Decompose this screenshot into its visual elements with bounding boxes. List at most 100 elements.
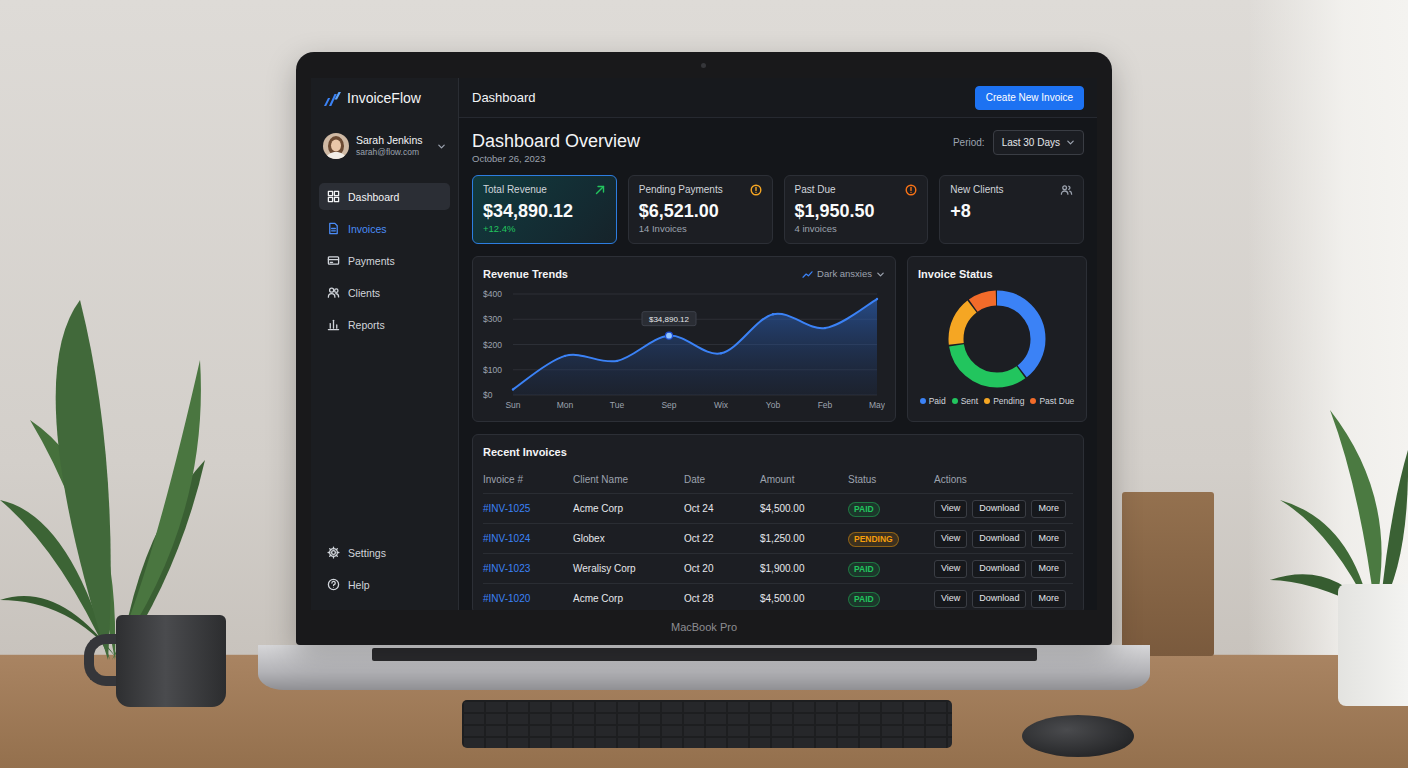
sidebar-item[interactable]: Dashboard	[319, 183, 450, 210]
sidebar-item-content[interactable]: Dashboard	[327, 190, 399, 203]
sidebar-footer-item[interactable]: Settings	[319, 539, 450, 566]
data-point	[666, 332, 673, 339]
sidebar-item-label[interactable]: Payments	[348, 255, 395, 267]
period-select[interactable]: Last 30 Days	[993, 130, 1084, 155]
x-tick: Sun	[505, 400, 520, 410]
stat-card[interactable]: Total Revenue$34,890.12+12.4%	[472, 175, 617, 244]
stat-value: +8	[950, 200, 1073, 222]
sidebar-item-content[interactable]: Invoices	[327, 222, 387, 235]
stat-card[interactable]: Pending Payments$6,521.0014 Invoices	[628, 175, 773, 244]
chart-menu[interactable]: Dark ansxies	[802, 267, 885, 281]
sidebar-item-content[interactable]: Reports	[327, 318, 385, 331]
overview-title-block: Dashboard OverviewOctober 26, 2023	[472, 130, 640, 165]
legend-label: Sent	[961, 395, 979, 408]
arrow-up-right-icon	[594, 184, 606, 196]
invoice-link[interactable]: #INV-1020	[483, 591, 573, 606]
table-row[interactable]: #INV-1025Acme CorpOct 24$4,500.00PAIDVie…	[483, 493, 1073, 523]
invoice-link[interactable]: #INV-1023	[483, 561, 573, 576]
stat-card-header: Past Due	[795, 184, 918, 196]
action-button[interactable]: Download	[972, 500, 1026, 518]
sidebar-footer-label[interactable]: Settings	[348, 547, 386, 559]
sidebar-item-content[interactable]: Clients	[327, 286, 380, 299]
status-badge: PAID	[848, 502, 880, 517]
chart-menu-label[interactable]: Dark ansxies	[817, 267, 872, 281]
table-row[interactable]: #INV-1024GlobexOct 22$1,250.00PENDINGVie…	[483, 523, 1073, 553]
sidebar-item[interactable]: Payments	[319, 247, 450, 274]
stat-card[interactable]: New Clients+8	[939, 175, 1084, 244]
legend-label: Paid	[929, 395, 946, 408]
laptop-keys	[372, 648, 1037, 661]
invoice-link[interactable]: #INV-1025	[483, 501, 573, 516]
avatar-image	[323, 133, 349, 159]
credit-card-icon	[327, 254, 340, 267]
period-picker: Period:Last 30 Days	[953, 130, 1084, 155]
table-row[interactable]: #INV-1020Acme CorpOct 28$4,500.00PAIDVie…	[483, 583, 1073, 610]
sidebar-item-label[interactable]: Reports	[348, 319, 385, 331]
chevron-down-icon	[1066, 138, 1075, 147]
revenue-chart-header: Revenue TrendsDark ansxies	[483, 267, 885, 281]
x-tick: Mon	[557, 400, 574, 410]
gear-icon	[327, 546, 340, 559]
table-cell: Oct 24	[684, 501, 760, 516]
actions-cell: View Download More	[934, 560, 1073, 578]
donut-segment	[956, 298, 1038, 380]
sidebar-footer-label[interactable]: Help	[348, 579, 370, 591]
sidebar-item-label[interactable]: Invoices	[348, 223, 387, 235]
status-donut-chart	[942, 289, 1052, 389]
action-button[interactable]: Download	[972, 590, 1026, 608]
legend-dot	[1030, 398, 1036, 404]
action-button[interactable]: View	[934, 500, 967, 518]
status-badge: PENDING	[848, 532, 899, 547]
x-tick: Sep	[661, 400, 676, 410]
overview-header: Dashboard OverviewOctober 26, 2023 Period…	[472, 130, 1084, 165]
sidebar-item-label[interactable]: Dashboard	[348, 191, 399, 203]
data-point	[720, 352, 722, 354]
legend-item: Pending	[984, 395, 1024, 408]
column-header: Amount	[760, 472, 848, 487]
x-tick: Tue	[610, 400, 625, 410]
device-label: MacBook Pro	[671, 619, 737, 636]
donut-segment	[956, 298, 1038, 380]
chart-legend: Paid Sent Pending Past Due	[918, 395, 1076, 408]
x-tick: Feb	[818, 400, 833, 410]
sidebar-item-label[interactable]: Clients	[348, 287, 380, 299]
user-menu[interactable]: Sarah Jenkinssarah@flow.com	[319, 131, 450, 161]
action-button[interactable]: More	[1031, 590, 1066, 608]
plant-left	[0, 300, 215, 660]
stat-note: 14 Invoices	[639, 223, 762, 235]
action-button[interactable]: View	[934, 560, 967, 578]
action-button[interactable]: More	[1031, 530, 1066, 548]
period-value[interactable]: Last 30 Days	[1002, 135, 1060, 150]
sidebar-item[interactable]: Clients	[319, 279, 450, 306]
dashboard-content: Dashboard OverviewOctober 26, 2023 Period…	[459, 118, 1097, 610]
sidebar-item-content[interactable]: Payments	[327, 254, 395, 267]
action-button[interactable]: Download	[972, 560, 1026, 578]
action-button[interactable]: View	[934, 530, 967, 548]
legend-dot	[952, 398, 958, 404]
table-cell: $4,500.00	[760, 591, 848, 606]
sidebar-item[interactable]: Invoices	[319, 215, 450, 242]
laptop-base	[258, 645, 1150, 690]
action-button[interactable]: View	[934, 590, 967, 608]
users-icon	[1060, 184, 1073, 196]
sidebar-footer: Settings Help	[319, 539, 450, 598]
sidebar-item[interactable]: Reports	[319, 311, 450, 338]
action-button[interactable]: More	[1031, 560, 1066, 578]
table-row[interactable]: #INV-1023Weralisy CorpOct 20$1,900.00PAI…	[483, 553, 1073, 583]
y-tick: $300	[483, 315, 502, 325]
user-email: sarah@flow.com	[356, 147, 430, 158]
stat-label: Total Revenue	[483, 184, 547, 196]
action-button[interactable]: Download	[972, 530, 1026, 548]
data-point	[512, 388, 514, 390]
action-button[interactable]: More	[1031, 500, 1066, 518]
table-cell: $1,900.00	[760, 561, 848, 576]
status-badge: PAID	[848, 592, 880, 607]
laptop-screen: InvoiceFlow Sarah Jenkinssarah@flow.com Da…	[311, 78, 1097, 610]
invoice-link[interactable]: #INV-1024	[483, 531, 573, 546]
y-tick: $400	[483, 289, 502, 299]
create-invoice-button[interactable]: Create New Invoice	[975, 86, 1084, 110]
sidebar-footer-item[interactable]: Help	[319, 571, 450, 598]
logo[interactable]: InvoiceFlow	[319, 88, 450, 109]
legend-item: Past Due	[1030, 395, 1074, 408]
stat-card[interactable]: Past Due$1,950.504 invoices	[784, 175, 929, 244]
